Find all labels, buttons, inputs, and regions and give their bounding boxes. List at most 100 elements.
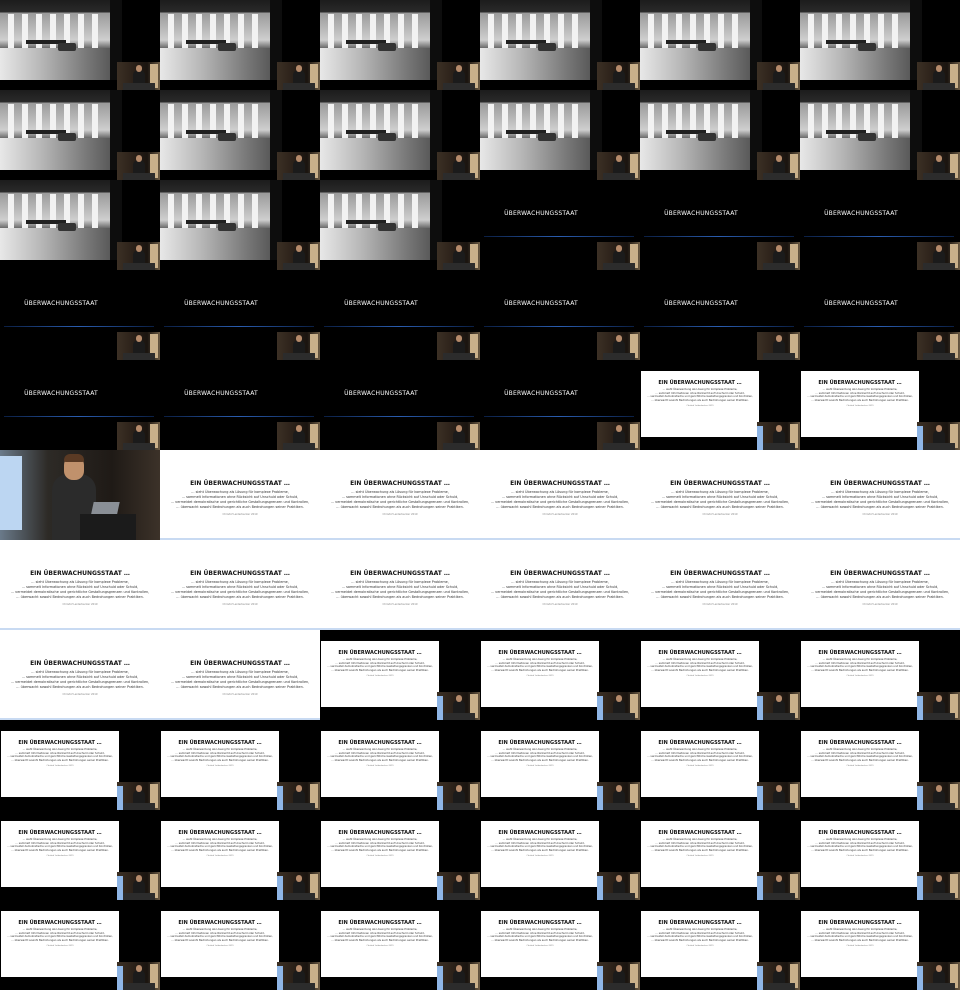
lectern <box>603 713 635 720</box>
slide-line: … überwacht sowohl Bedrohungen als auch … <box>651 668 749 672</box>
lectern <box>283 263 315 270</box>
chair <box>218 43 236 51</box>
slide-title: EIN ÜBERWACHUNGSSTAAT … <box>30 660 130 667</box>
video-frame: EIN ÜBERWACHUNGSSTAAT … … sieht Überwachu… <box>480 450 640 540</box>
slide-title: EIN ÜBERWACHUNGSSTAAT … <box>818 830 902 836</box>
window <box>238 104 244 138</box>
slide-title: EIN ÜBERWACHUNGSSTAAT … <box>670 570 770 577</box>
slide-title: EIN ÜBERWACHUNGSSTAAT … <box>818 740 902 746</box>
lectern <box>763 173 795 180</box>
window <box>732 14 738 48</box>
speaker-inset <box>117 872 160 900</box>
window <box>328 104 334 138</box>
speaker-inset <box>277 962 320 990</box>
speaker-head <box>936 695 942 702</box>
dark-slide-title: ÜBERWACHUNGSSTAAT <box>504 210 578 217</box>
speaker-head <box>296 875 302 882</box>
slide: EIN ÜBERWACHUNGSSTAAT … … sieht Überwachu… <box>641 731 759 797</box>
frame-grid: ÜBERWACHUNGSSTAAT ÜBERWACHUNGSSTAAT ÜBERWA… <box>0 0 960 990</box>
speaker-inset <box>757 782 800 810</box>
speaker-head <box>136 65 142 72</box>
lectern <box>603 173 635 180</box>
slide-title: EIN ÜBERWACHUNGSSTAAT … <box>818 920 902 926</box>
slide-line: … überwacht sowohl Bedrohungen als auch … <box>491 938 589 942</box>
speaker-inset <box>277 872 320 900</box>
video-frame <box>480 90 640 180</box>
speaker-inset <box>917 332 960 360</box>
video-frame: EIN ÜBERWACHUNGSSTAAT … … sieht Überwachu… <box>480 720 640 810</box>
slide-line: … überwacht sowohl Bedrohungen als auch … <box>176 595 304 599</box>
slide-title: EIN ÜBERWACHUNGSSTAAT … <box>818 650 902 656</box>
video-frame <box>640 90 800 180</box>
slide-line: … überwacht sowohl Bedrohungen als auch … <box>651 848 749 852</box>
speaker-head <box>616 245 622 252</box>
speaker-inset <box>437 422 480 450</box>
lectern <box>603 803 635 810</box>
window <box>92 104 98 138</box>
speaker-head <box>136 155 142 162</box>
video-frame <box>320 90 480 180</box>
slide-body: … sieht Überwachung als Lösung für kompl… <box>160 580 320 600</box>
speaker-inset <box>437 242 480 270</box>
speaker-head <box>776 965 782 972</box>
window <box>892 104 898 138</box>
slide-title: EIN ÜBERWACHUNGSSTAAT … <box>498 650 582 656</box>
speaker-head <box>616 335 622 342</box>
speaker-head <box>456 695 462 702</box>
speaker-inset <box>117 962 160 990</box>
lectern <box>603 263 635 270</box>
speaker-head <box>776 65 782 72</box>
window <box>8 194 14 228</box>
video-frame: EIN ÜBERWACHUNGSSTAAT … … sieht Überwachu… <box>320 720 480 810</box>
slide-body: … sieht Überwachung als Lösung für kompl… <box>1 928 119 942</box>
window <box>328 194 334 228</box>
lectern <box>443 983 475 990</box>
slide-footer: Christof Leiderbecker 2019 <box>862 513 898 516</box>
lectern <box>80 514 136 540</box>
window <box>92 14 98 48</box>
speaker-hair <box>64 454 84 462</box>
slide-body: … sieht Überwachung als Lösung für kompl… <box>800 580 960 600</box>
slide-title: EIN ÜBERWACHUNGSSTAAT … <box>18 740 102 746</box>
lectern <box>283 173 315 180</box>
slide: EIN ÜBERWACHUNGSSTAAT … … sieht Überwachu… <box>161 821 279 887</box>
speaker-head <box>776 695 782 702</box>
slide-body: … sieht Überwachung als Lösung für kompl… <box>320 490 480 510</box>
slide: EIN ÜBERWACHUNGSSTAAT … … sieht Überwachu… <box>641 821 759 887</box>
video-frame: EIN ÜBERWACHUNGSSTAAT … … sieht Überwachu… <box>320 450 480 540</box>
video-frame: EIN ÜBERWACHUNGSSTAAT … … sieht Überwachu… <box>800 720 960 810</box>
slide-title: EIN ÜBERWACHUNGSSTAAT … <box>178 920 262 926</box>
lectern <box>123 803 155 810</box>
room-floor <box>480 138 602 170</box>
slide-line: … überwacht sowohl Bedrohungen als auch … <box>496 595 624 599</box>
dark-slide-title: ÜBERWACHUNGSSTAAT <box>824 210 898 217</box>
speaker-head <box>296 65 302 72</box>
video-frame: ÜBERWACHUNGSSTAAT <box>800 270 960 360</box>
speaker-inset <box>757 242 800 270</box>
speaker-inset <box>917 422 960 450</box>
speaker-head <box>456 65 462 72</box>
slide-line: … überwacht sowohl Bedrohungen als auch … <box>811 848 909 852</box>
speaker-head <box>136 875 142 882</box>
slide-body: … sieht Überwachung als Lösung für kompl… <box>640 580 800 600</box>
speaker-inset <box>757 962 800 990</box>
video-frame: EIN ÜBERWACHUNGSSTAAT … … sieht Überwachu… <box>160 720 320 810</box>
speaker-head <box>616 65 622 72</box>
slide-footer: Christof Leiderbecker 2019 <box>686 675 714 677</box>
slide-line: … überwacht sowohl Bedrohungen als auch … <box>491 668 589 672</box>
slide: EIN ÜBERWACHUNGSSTAAT … … sieht Überwachu… <box>1 731 119 797</box>
speaker-inset <box>917 242 960 270</box>
slide-line: … überwacht sowohl Bedrohungen als auch … <box>336 505 464 509</box>
dark-slide-title: ÜBERWACHUNGSSTAAT <box>344 390 418 397</box>
lectern <box>763 353 795 360</box>
video-frame: ÜBERWACHUNGSSTAAT <box>480 360 640 450</box>
speaker-head <box>456 875 462 882</box>
window <box>412 104 418 138</box>
window <box>252 194 258 228</box>
lectern <box>443 803 475 810</box>
window <box>808 14 814 48</box>
lectern <box>283 83 315 90</box>
speaker-inset <box>757 332 800 360</box>
window <box>572 104 578 138</box>
slide-fullscreen: EIN ÜBERWACHUNGSSTAAT … … sieht Überwachu… <box>640 450 800 540</box>
